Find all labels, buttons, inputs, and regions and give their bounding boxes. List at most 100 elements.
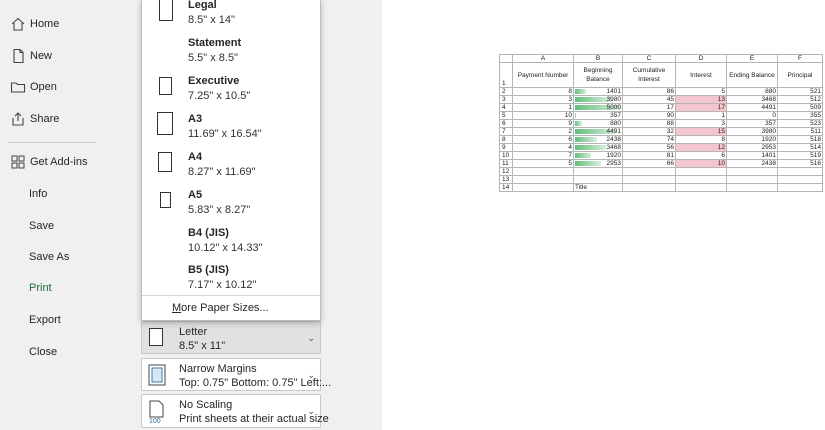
paper-option-name: B4 (JIS) (188, 227, 229, 239)
table-row: 14 Title (499, 183, 823, 192)
cell: 8 (675, 135, 727, 144)
row-number: 1 (499, 62, 513, 88)
cell: 355 (777, 111, 823, 120)
cell (726, 175, 778, 184)
cell (675, 183, 727, 192)
nav-label: Home (30, 18, 60, 30)
nav-save[interactable]: Save (0, 212, 105, 240)
cell: 3 (512, 95, 574, 104)
nav-share[interactable]: Share (0, 105, 105, 133)
cell: 74 (622, 135, 676, 144)
sheet-preview: A B C D E F 1 Payment Number Beginning B… (499, 54, 823, 192)
table-row: 12 (499, 167, 823, 176)
paper-option-a4[interactable]: A4 8.27" x 11.69" (142, 149, 320, 187)
nav-print[interactable]: Print (0, 274, 105, 302)
cell: 2438 (726, 159, 778, 168)
cell: 523 (777, 119, 823, 128)
cell: 880 (726, 87, 778, 96)
title-cell: Title (573, 183, 623, 192)
row-number: 13 (499, 175, 513, 184)
nav-save-as[interactable]: Save As (0, 243, 105, 271)
cell: 17 (622, 103, 676, 112)
row-number: 10 (499, 151, 513, 160)
row-number: 5 (499, 111, 513, 120)
scaling-select[interactable]: 100 No Scaling Print sheets at their act… (141, 394, 329, 428)
paper-option-b4-jis[interactable]: B4 (JIS) 10.12" x 14.33" (142, 225, 320, 263)
column-header: E (726, 54, 778, 63)
table-row: 2 8 1401 86 5 880 521 (499, 87, 823, 96)
nav-home[interactable]: Home (0, 10, 105, 38)
paper-size-dims: 8.5" x 11" (179, 340, 226, 352)
cell: 4 (512, 143, 574, 152)
folder-icon (10, 79, 26, 95)
row-number: 11 (499, 159, 513, 168)
paper-option-name: Legal (188, 0, 217, 11)
header-cell: Principal (777, 62, 823, 88)
cell: 10 (512, 111, 574, 120)
paper-option-executive[interactable]: Executive 7.25" x 10.5" (142, 73, 320, 111)
scaling-icon-text: 100 (149, 418, 161, 424)
row-number: 4 (499, 103, 513, 112)
cell: 521 (777, 87, 823, 96)
nav-get-add-ins[interactable]: Get Add-ins (0, 148, 105, 176)
chevron-down-icon: ⌄ (307, 370, 315, 380)
cell: 15 (675, 127, 727, 136)
nav-label: Open (30, 81, 57, 93)
data-rows: 2 8 1401 86 5 880 521 3 3 3980 45 13 3468 512 4 1 5000 17… (499, 87, 823, 168)
paper-option-dims: 7.17" x 10.12" (188, 279, 257, 291)
cell-value: 880 (610, 120, 621, 127)
cell-value: 1920 (606, 152, 621, 159)
paper-option-name: Executive (188, 75, 240, 87)
paper-option-legal[interactable]: Legal 8.5" x 14" (142, 0, 320, 34)
margins-icon (148, 364, 166, 386)
nav-label: New (30, 50, 53, 62)
paper-option-dims: 7.25" x 10.5" (188, 90, 251, 102)
header-cell: Beginning Balance (573, 62, 623, 88)
cell: 516 (777, 159, 823, 168)
cell: 10 (675, 159, 727, 168)
cell (777, 175, 823, 184)
nav-open[interactable]: Open (0, 73, 105, 101)
nav-close[interactable]: Close (0, 338, 105, 366)
cell: 518 (777, 135, 823, 144)
paper-option-dims: 5.5" x 8.5" (188, 52, 239, 64)
paper-option-a3[interactable]: A3 11.69" x 16.54" (142, 111, 320, 149)
cell (622, 167, 676, 176)
cell: 5 (675, 87, 727, 96)
table-row: 13 (499, 175, 823, 184)
cell: 3468 (726, 95, 778, 104)
cell: 357 (726, 119, 778, 128)
row-number: 12 (499, 167, 513, 176)
header-cell: Interest (675, 62, 727, 88)
data-bar (575, 121, 582, 126)
cell: 3 (675, 119, 727, 128)
paper-option-dims: 8.5" x 14" (188, 14, 235, 26)
paper-size-select[interactable]: Letter 8.5" x 11" ⌄ (141, 321, 321, 354)
cell: 6 (675, 151, 727, 160)
cell (726, 167, 778, 176)
cell: 512 (777, 95, 823, 104)
data-bar (575, 145, 607, 150)
cell (675, 167, 727, 176)
cell: 56 (622, 143, 676, 152)
paper-size-dropdown: Legal 8.5" x 14" Statement 5.5" x 8.5" E… (141, 0, 321, 321)
row-number: 9 (499, 143, 513, 152)
paper-option-statement[interactable]: Statement 5.5" x 8.5" (142, 35, 320, 73)
margins-select[interactable]: Narrow Margins Top: 0.75" Bottom: 0.75" … (141, 358, 331, 391)
nav-label: Get Add-ins (30, 156, 88, 168)
nav-info[interactable]: Info (0, 180, 105, 208)
new-file-icon (10, 48, 26, 64)
paper-option-a5[interactable]: A5 5.83" x 8.27" (142, 187, 320, 225)
table-row: 5 10 357 90 1 0 355 (499, 111, 823, 120)
cell (512, 175, 574, 184)
cell: 1920 (726, 135, 778, 144)
nav-new[interactable]: New (0, 42, 105, 70)
cell: 511 (777, 127, 823, 136)
cell: 4491 (726, 103, 778, 112)
nav-export[interactable]: Export (0, 306, 105, 334)
paper-icon (148, 327, 164, 348)
cell: 357 (573, 111, 623, 120)
home-icon (10, 16, 26, 32)
more-paper-sizes-link[interactable]: More Paper Sizes... (172, 302, 269, 314)
nav-label: Save As (29, 251, 70, 263)
